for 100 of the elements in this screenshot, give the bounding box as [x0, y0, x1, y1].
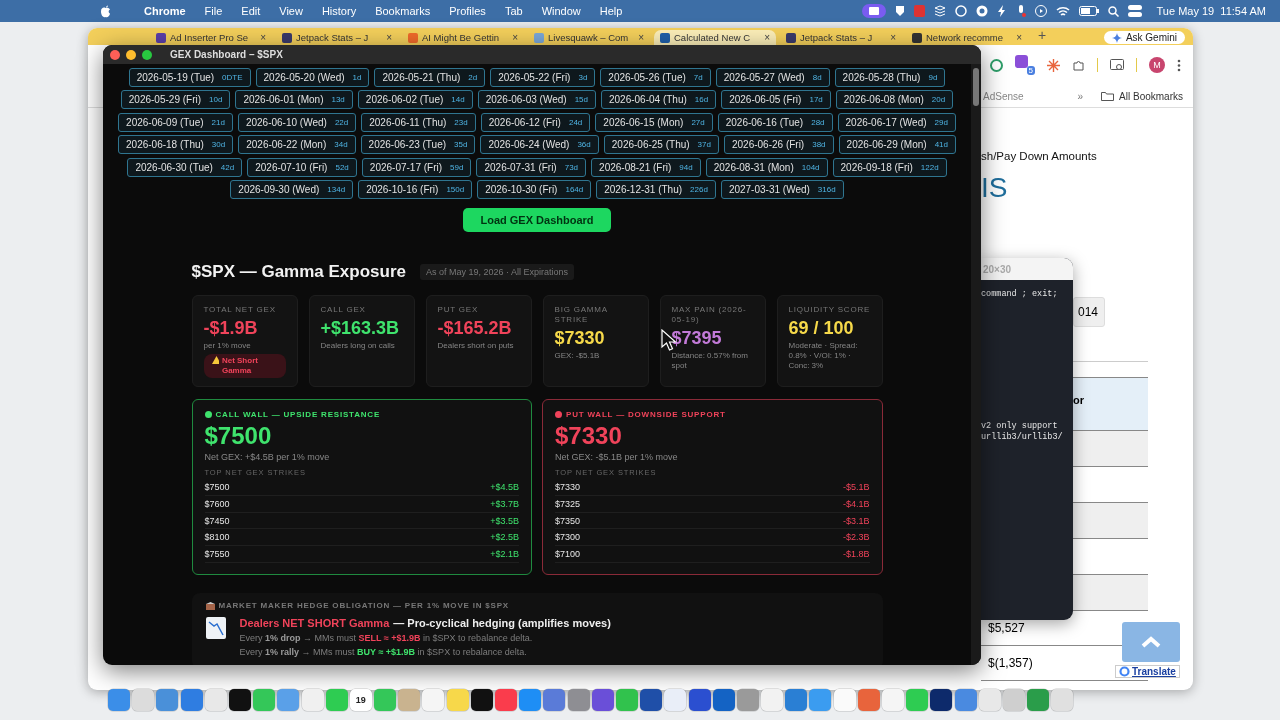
- expiration-chip[interactable]: 2026-06-11 (Thu) 23d: [361, 112, 476, 132]
- tab-close-button[interactable]: ×: [638, 32, 644, 43]
- expiration-chip[interactable]: 2026-06-05 (Fri) 17d: [721, 90, 831, 110]
- expiration-chip[interactable]: 2026-06-12 (Fri) 24d: [480, 112, 591, 132]
- browser-tab[interactable]: Network recomme ×: [906, 30, 1028, 45]
- expiration-chip[interactable]: 2026-06-17 (Wed) 29d: [837, 112, 956, 132]
- circle-extension-icon[interactable]: [990, 58, 1003, 72]
- new-tab-button[interactable]: +: [1038, 28, 1047, 43]
- expiration-chip[interactable]: 2026-05-19 (Tue) 0DTE: [128, 68, 251, 87]
- menu-item[interactable]: Window: [541, 5, 581, 17]
- app-icon[interactable]: [930, 689, 953, 711]
- app-icon[interactable]: [640, 689, 663, 711]
- tab-search-icon[interactable]: [1110, 58, 1124, 72]
- expiration-chip[interactable]: 2026-08-21 (Fri) 94d: [591, 157, 701, 177]
- expiration-chip[interactable]: 2026-09-30 (Wed) 134d: [230, 179, 354, 199]
- expiration-chip[interactable]: 2026-10-16 (Fri) 150d: [358, 179, 473, 199]
- browser-tab[interactable]: Calculated New C ×: [654, 30, 776, 45]
- browser-tab[interactable]: Jetpack Stats – J ×: [780, 30, 902, 45]
- expiration-chip[interactable]: 2026-06-01 (Mon) 13d: [235, 90, 353, 110]
- toggle-icon[interactable]: [1127, 5, 1142, 17]
- all-bookmarks-button[interactable]: All Bookmarks: [1101, 90, 1183, 102]
- expiration-chip[interactable]: 2026-06-18 (Thu) 30d: [118, 135, 234, 155]
- menu-item[interactable]: Edit: [241, 5, 261, 17]
- expiration-chip[interactable]: 2026-06-10 (Wed) 22d: [237, 112, 357, 132]
- tab-close-button[interactable]: ×: [512, 32, 518, 43]
- expiration-chip[interactable]: 2026-06-08 (Mon) 20d: [835, 90, 954, 110]
- menu-item[interactable]: History: [321, 5, 357, 17]
- search-icon[interactable]: [1107, 5, 1119, 17]
- menu-item[interactable]: View: [279, 5, 303, 17]
- battery-icon[interactable]: [1078, 6, 1099, 16]
- expiration-chip[interactable]: 2026-05-20 (Wed) 1d: [255, 68, 370, 87]
- extension-button[interactable]: 5: [1015, 55, 1035, 75]
- app-icon[interactable]: 19: [349, 689, 372, 711]
- expiration-chip[interactable]: 2026-05-28 (Thu) 9d: [834, 68, 946, 87]
- wifi-icon[interactable]: [1055, 5, 1070, 17]
- bolt-icon[interactable]: [996, 5, 1007, 17]
- expiration-chip[interactable]: 2026-05-27 (Wed) 8d: [715, 68, 830, 87]
- expiration-chip[interactable]: 2026-06-22 (Mon) 34d: [238, 135, 356, 155]
- tab-close-button[interactable]: ×: [260, 32, 266, 43]
- menu-item[interactable]: Profiles: [449, 5, 486, 17]
- app-icon[interactable]: [470, 689, 493, 711]
- app-menu[interactable]: Chrome: [144, 5, 186, 17]
- scrollbar[interactable]: [971, 64, 981, 665]
- hedge-alert-text: Dealers NET SHORT Gamma: [239, 617, 390, 630]
- ask-gemini-button[interactable]: Ask Gemini: [1103, 31, 1185, 44]
- scroll-top-button[interactable]: [1122, 622, 1180, 662]
- expiration-chip[interactable]: 2026-06-26 (Fri) 38d: [723, 135, 834, 155]
- close-button[interactable]: [110, 49, 120, 60]
- app-icon[interactable]: [228, 689, 251, 711]
- expiration-chip[interactable]: 2026-07-31 (Fri) 73d: [476, 157, 587, 177]
- expiration-chip[interactable]: 2026-05-29 (Fri) 10d: [120, 90, 231, 110]
- browser-tab[interactable]: Jetpack Stats – J ×: [276, 30, 398, 45]
- tab-close-button[interactable]: ×: [386, 32, 392, 43]
- asterisk-icon[interactable]: [1047, 58, 1060, 72]
- expiration-chip[interactable]: 2026-06-23 (Tue) 35d: [360, 135, 476, 155]
- shield-icon[interactable]: [894, 5, 905, 17]
- expiration-chip[interactable]: 2026-12-31 (Thu) 226d: [596, 179, 716, 199]
- expiration-chip[interactable]: 2026-06-03 (Wed) 15d: [477, 90, 596, 110]
- expiration-chip[interactable]: 2026-05-22 (Fri) 3d: [490, 68, 596, 87]
- expiration-chip[interactable]: 2026-06-25 (Thu) 37d: [603, 135, 719, 155]
- zoom-button[interactable]: [142, 49, 152, 60]
- profile-avatar[interactable]: M: [1149, 57, 1165, 73]
- browser-tab[interactable]: Ad Inserter Pro Se ×: [150, 30, 272, 45]
- year-button[interactable]: 014: [1073, 297, 1105, 327]
- translate-link[interactable]: Translate: [1115, 665, 1180, 678]
- expiration-chip[interactable]: 2026-06-30 (Tue) 42d: [127, 157, 243, 177]
- expiration-chip[interactable]: 2026-05-26 (Tue) 7d: [600, 68, 711, 87]
- more-bookmarks-button[interactable]: »: [1077, 90, 1084, 102]
- tab-close-button[interactable]: ×: [764, 32, 770, 43]
- load-button[interactable]: Load GEX Dashboard: [463, 208, 611, 233]
- tab-close-button[interactable]: ×: [1016, 32, 1022, 43]
- expiration-chip[interactable]: 2026-09-18 (Fri) 122d: [832, 157, 947, 177]
- browser-tab[interactable]: Livesquawk – Com ×: [528, 30, 650, 45]
- menu-icon[interactable]: [1177, 58, 1181, 72]
- menu-item[interactable]: File: [204, 5, 223, 17]
- apple-icon[interactable]: [100, 4, 111, 18]
- play-icon[interactable]: [1034, 5, 1047, 17]
- expiration-chip[interactable]: 2026-07-10 (Fri) 52d: [247, 157, 357, 177]
- expiration-chip[interactable]: 2026-08-31 (Mon) 104d: [705, 157, 828, 177]
- expiration-chip[interactable]: 2026-06-16 (Tue) 28d: [717, 112, 833, 132]
- tab-close-button[interactable]: ×: [890, 32, 896, 43]
- expiration-chip[interactable]: 2026-10-30 (Fri) 164d: [477, 179, 592, 199]
- expiration-chip[interactable]: 2026-06-09 (Tue) 21d: [118, 112, 233, 132]
- expiration-chip[interactable]: 2026-06-02 (Tue) 14d: [357, 90, 473, 110]
- expiration-chip[interactable]: 2026-06-29 (Mon) 41d: [838, 135, 956, 155]
- minimize-button[interactable]: [126, 49, 136, 60]
- browser-tab[interactable]: AI Might Be Gettin ×: [402, 30, 524, 45]
- menu-item[interactable]: Help: [599, 5, 623, 17]
- menu-item[interactable]: Bookmarks: [375, 5, 431, 17]
- expiration-chip[interactable]: 2026-05-21 (Thu) 2d: [374, 68, 486, 87]
- menu-clock[interactable]: Tue May 19 11:54 AM: [1156, 5, 1266, 17]
- expiration-chip[interactable]: 2027-03-31 (Wed) 316d: [720, 179, 844, 199]
- expiration-chip[interactable]: 2026-07-17 (Fri) 59d: [361, 157, 472, 177]
- expiration-chip[interactable]: 2026-06-15 (Mon) 27d: [595, 112, 713, 132]
- menu-item[interactable]: Tab: [504, 5, 523, 17]
- bookmark-link[interactable]: AdSense: [983, 90, 1024, 102]
- expiration-chip[interactable]: 2026-06-04 (Thu) 16d: [601, 90, 717, 110]
- puzzle-icon[interactable]: [1072, 58, 1085, 72]
- screen-record-icon[interactable]: [861, 4, 886, 18]
- expiration-chip[interactable]: 2026-06-24 (Wed) 36d: [480, 135, 599, 155]
